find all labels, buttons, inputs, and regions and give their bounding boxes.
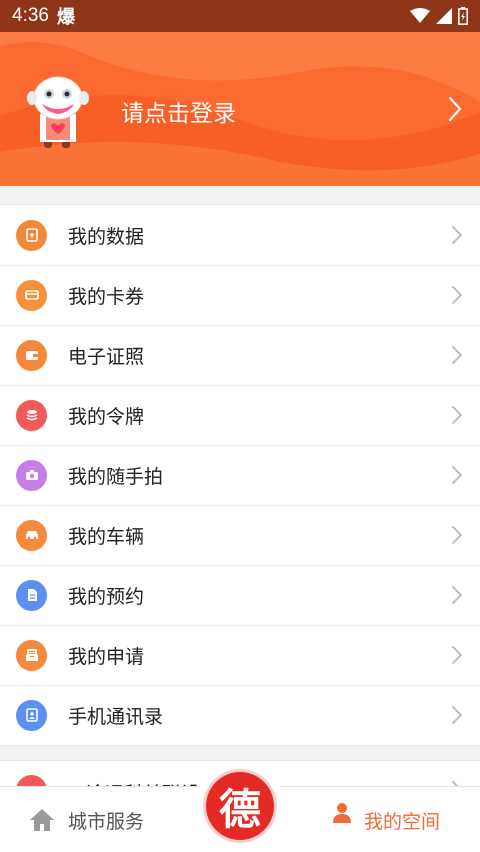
tab-my-space[interactable]: 我的空间: [332, 787, 440, 852]
chevron-right-icon[interactable]: [452, 226, 462, 244]
data-icon: [16, 219, 47, 251]
chevron-right-icon[interactable]: [448, 96, 462, 122]
mascot-avatar: [27, 76, 89, 148]
wallet-icon: [16, 339, 47, 371]
person-icon: [333, 803, 351, 823]
menu-item[interactable]: 我的随手拍: [0, 445, 480, 505]
menu-item-label: 手机通讯录: [68, 705, 164, 728]
menu-item[interactable]: 我的卡券: [0, 265, 480, 325]
center-logo-button[interactable]: 德: [196, 762, 284, 850]
token-icon: [16, 399, 47, 431]
signal-icon: [436, 8, 452, 24]
status-app-glyph: 爆: [56, 7, 75, 28]
chevron-right-icon[interactable]: [452, 466, 462, 484]
menu-item-label: 我的数据: [68, 225, 145, 248]
menu-item[interactable]: 我的数据: [0, 205, 480, 265]
menu-item-label: 我的卡券: [68, 285, 145, 308]
document-icon: [16, 579, 47, 611]
chevron-right-icon[interactable]: [452, 346, 462, 364]
login-prompt[interactable]: 请点击登录: [121, 94, 236, 128]
menu-item[interactable]: 我的令牌: [0, 385, 480, 445]
status-time: 4:36: [12, 5, 49, 26]
profile-header[interactable]: 请点击登录: [0, 32, 480, 186]
tab-mine-label: 我的空间: [364, 810, 441, 833]
de-logo-icon: 德: [206, 772, 274, 840]
menu-item-label: 我的申请: [68, 645, 145, 668]
contacts-icon: [16, 699, 47, 731]
menu-item-label: 我的令牌: [68, 405, 145, 428]
chevron-right-icon[interactable]: [452, 526, 462, 544]
menu-item[interactable]: 手机通讯录: [0, 685, 480, 745]
center-logo-char: 德: [218, 784, 261, 834]
menu-item[interactable]: 电子证照: [0, 325, 480, 385]
chevron-right-icon[interactable]: [452, 706, 462, 724]
menu-item[interactable]: 我的申请: [0, 625, 480, 685]
card-icon: [16, 279, 47, 311]
chevron-right-icon[interactable]: [452, 406, 462, 424]
camera-icon: [16, 459, 47, 491]
menu-item[interactable]: 我的预约: [0, 565, 480, 625]
status-icons: [410, 7, 468, 25]
car-icon: [16, 519, 47, 551]
menu-item-label: 我的随手拍: [68, 465, 164, 488]
status-bar: 4:36 爆: [0, 0, 480, 32]
chevron-right-icon[interactable]: [452, 286, 462, 304]
tab-city-services[interactable]: 城市服务: [28, 787, 144, 852]
menu-item[interactable]: 我的车辆: [0, 505, 480, 565]
inbox-icon: [16, 639, 47, 671]
battery-icon: [458, 7, 468, 25]
tab-city-label: 城市服务: [68, 810, 145, 833]
menu-item-label: 我的预约: [68, 585, 145, 608]
chevron-right-icon[interactable]: [452, 586, 462, 604]
menu-item-label: 我的车辆: [68, 525, 145, 548]
home-icon: [30, 809, 54, 831]
profile-menu: 我的数据我的卡券电子证照我的令牌我的随手拍我的车辆我的预约我的申请手机通讯录: [0, 204, 480, 746]
wifi-icon: [410, 8, 430, 23]
menu-item-label: 电子证照: [68, 345, 145, 368]
chevron-right-icon[interactable]: [452, 646, 462, 664]
